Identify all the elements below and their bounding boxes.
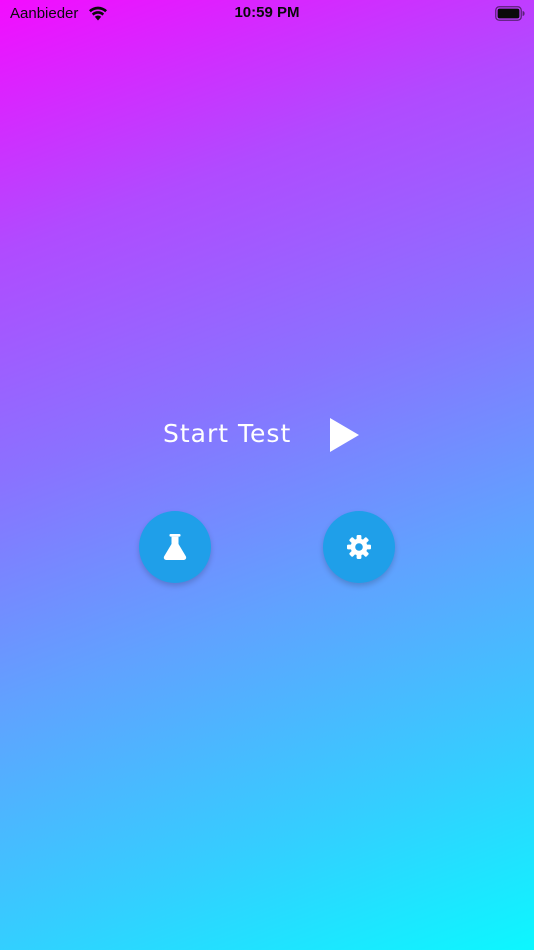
start-test-row[interactable]: Start Test (0, 410, 534, 458)
flask-icon (162, 533, 188, 561)
status-time: 10:59 PM (234, 4, 300, 21)
lab-button[interactable] (139, 511, 211, 583)
start-test-label[interactable]: Start Test (163, 418, 291, 450)
play-icon[interactable] (328, 415, 362, 455)
gear-icon (346, 534, 372, 560)
status-bar: Aanbieder 10:59 PM (0, 0, 534, 28)
app-screen: Aanbieder 10:59 PM Start Test (0, 0, 534, 950)
settings-button[interactable] (323, 511, 395, 583)
battery-icon (495, 6, 525, 21)
